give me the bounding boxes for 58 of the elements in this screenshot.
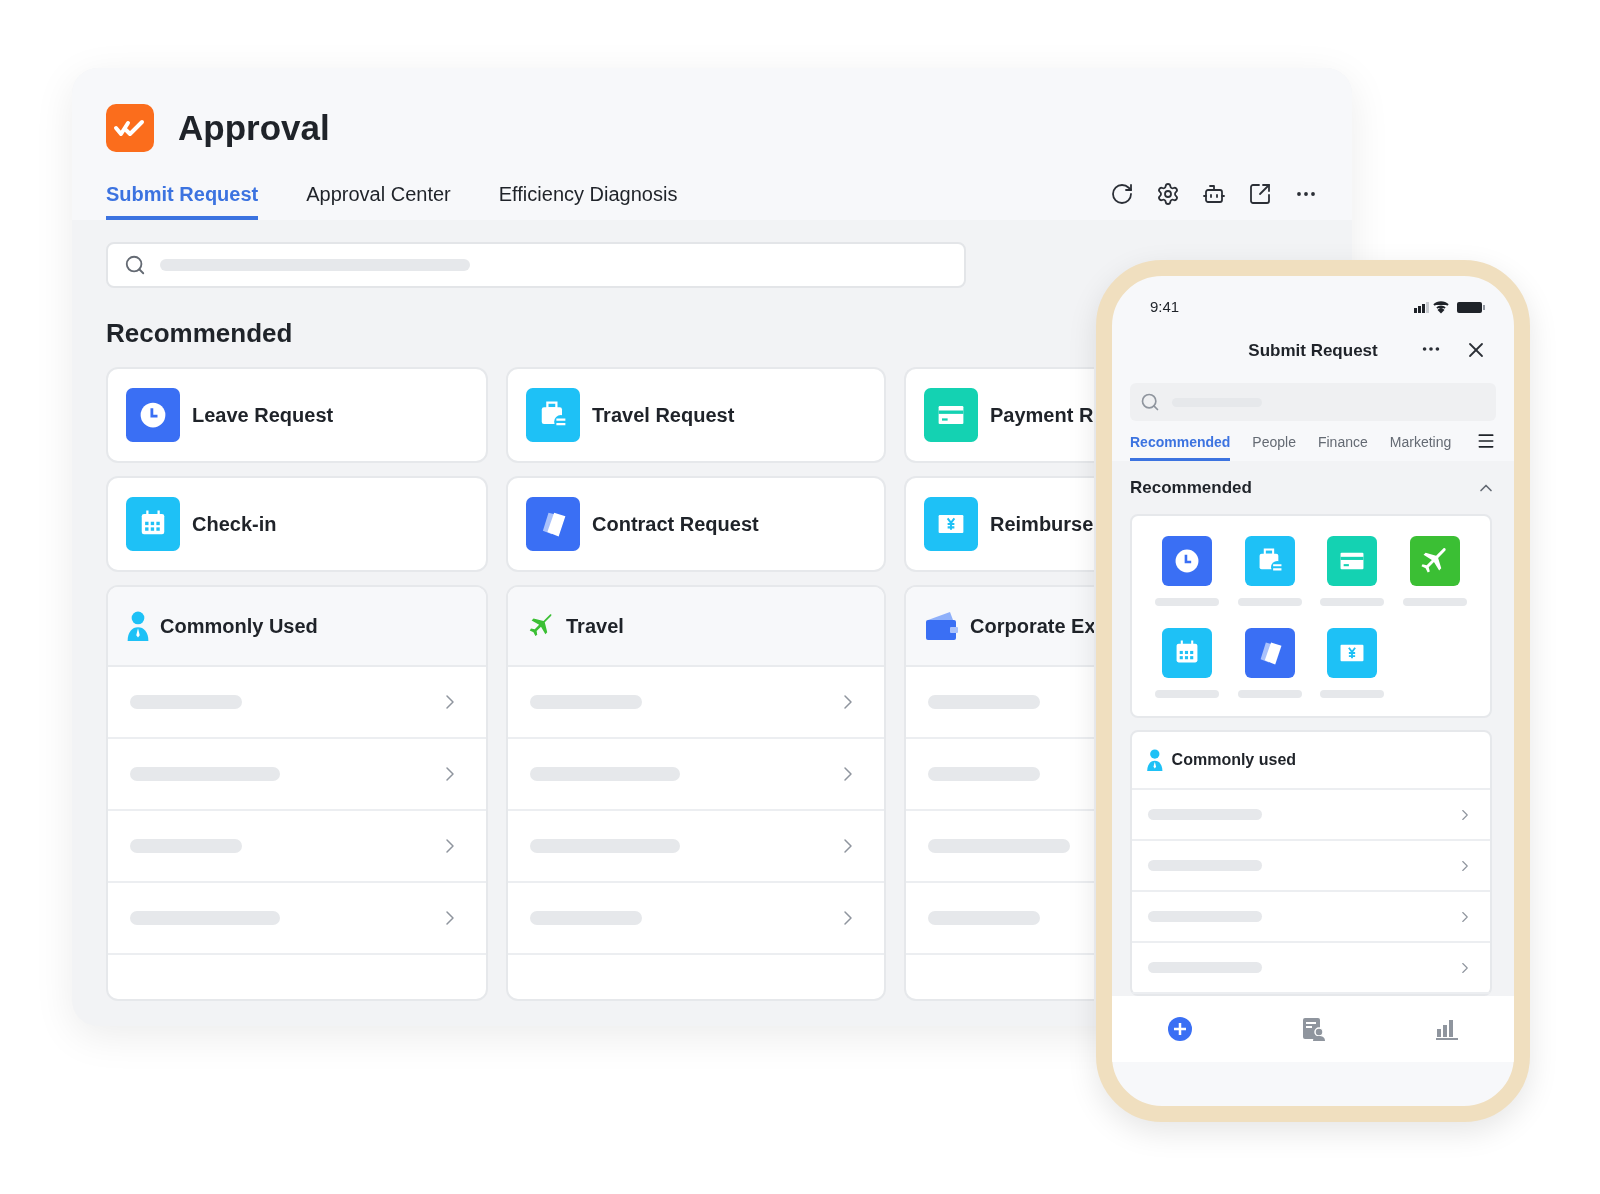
person-icon [1146, 749, 1164, 771]
bar-chart-icon[interactable] [1435, 1017, 1460, 1041]
contract-app-icon [1244, 628, 1295, 678]
wallet-icon [924, 611, 960, 641]
document-person-icon[interactable] [1302, 1017, 1326, 1041]
briefcase-app-icon [526, 388, 580, 442]
category-tab[interactable]: Marketing [1389, 434, 1452, 461]
shortcut-card[interactable]: Check-in [106, 476, 488, 572]
search-field[interactable] [1130, 383, 1496, 421]
clock-app-icon [1162, 536, 1213, 586]
calendar-app-icon [1162, 628, 1213, 678]
signal-icon [1414, 301, 1429, 313]
contract-app-icon [526, 497, 580, 551]
clock-app-icon [126, 388, 180, 442]
shortcut-card[interactable]: Travel Request [506, 367, 886, 463]
category-title: Travel [566, 614, 624, 638]
briefcase-app-icon [1244, 536, 1295, 586]
card-app-icon [1327, 536, 1378, 586]
person-icon [126, 611, 150, 641]
category-tab[interactable]: People [1252, 434, 1296, 461]
label-placeholder [1402, 598, 1467, 606]
label-placeholder [1237, 598, 1302, 606]
category-title: Commonly Used [160, 614, 318, 638]
search-field[interactable] [106, 242, 966, 288]
shortcut-card[interactable]: Contract Request [506, 476, 886, 572]
label-placeholder [1320, 690, 1385, 698]
search-icon [1140, 392, 1160, 412]
section-title: Recommended [106, 318, 294, 349]
screen-title: Submit Request [1248, 341, 1378, 361]
app-logo [106, 104, 154, 152]
battery-icon [1457, 301, 1485, 313]
card-app-icon [924, 388, 978, 442]
robot-icon[interactable] [1202, 182, 1226, 206]
label-placeholder [1237, 690, 1302, 698]
plane-app-icon [1409, 536, 1460, 586]
yen-app-icon [1327, 628, 1378, 678]
shortcut-card[interactable]: Reimburse [904, 476, 1094, 572]
shortcut-card[interactable]: Payment R [904, 367, 1094, 463]
status-time: 9:41 [1150, 298, 1180, 315]
section-title: Recommended [1130, 477, 1252, 498]
app-title: Approval [178, 108, 330, 148]
open-external-icon[interactable] [1248, 182, 1272, 206]
add-icon[interactable] [1166, 1016, 1193, 1042]
label-placeholder [1155, 598, 1220, 606]
category-title: Commonly used [1171, 751, 1297, 769]
nav-tab[interactable]: Efficiency Diagnosis [498, 182, 678, 220]
wifi-icon [1433, 300, 1449, 313]
shortcut-card[interactable]: Leave Request [106, 367, 488, 463]
label-placeholder [1320, 598, 1385, 606]
yen-app-icon [924, 497, 978, 551]
calendar-app-icon [126, 497, 180, 551]
nav-tab[interactable]: Approval Center [306, 182, 451, 220]
nav-tab[interactable]: Submit Request [106, 182, 259, 220]
refresh-icon[interactable] [1110, 182, 1134, 206]
settings-icon[interactable] [1156, 182, 1180, 206]
category-tab[interactable]: Finance [1317, 434, 1368, 461]
search-icon [124, 254, 146, 276]
label-placeholder [1155, 690, 1220, 698]
